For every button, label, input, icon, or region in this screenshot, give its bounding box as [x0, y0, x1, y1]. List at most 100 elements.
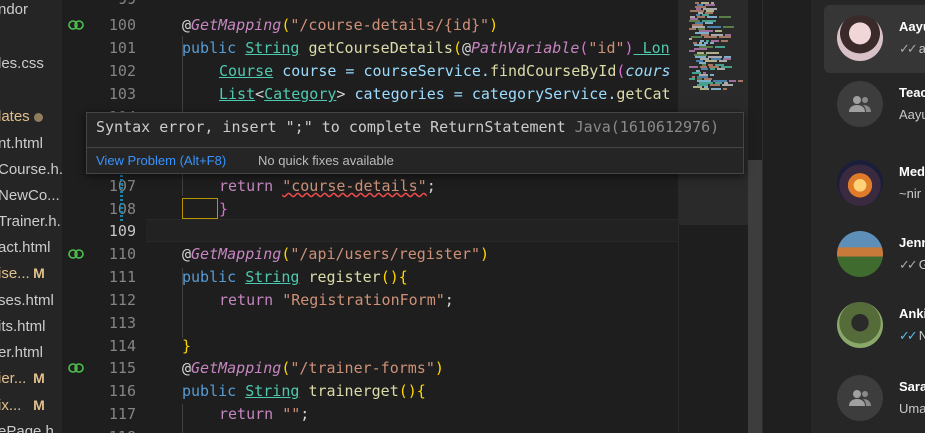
explorer-file-item[interactable]: nt.html — [0, 133, 43, 155]
line-number: 115 — [108, 359, 136, 377]
git-modified-badge: M — [33, 370, 45, 386]
explorer-file-item[interactable]: les.css — [0, 53, 44, 75]
error-message: Syntax error, insert ";" to complete Ret… — [96, 118, 720, 136]
explorer-file-item[interactable]: ier... — [0, 368, 26, 390]
chat-list-item[interactable]: Teac Aayu — [824, 71, 925, 139]
line-number: 114 — [108, 337, 136, 355]
code-line-115: @GetMapping("/trainer-forms") — [182, 359, 444, 377]
chat-contact-name: Anki — [899, 306, 925, 321]
minimap-code-line — [715, 46, 725, 48]
explorer-file-item[interactable]: ise... — [0, 263, 30, 285]
minimap-code-line — [689, 50, 695, 52]
chat-preview-text: Aayu — [899, 107, 925, 122]
no-quick-fixes-label: No quick fixes available — [258, 153, 394, 168]
chat-list-item[interactable]: Med ~nir — [824, 150, 925, 218]
editor-gutter: 99 100 101 102 103 104 105 106 107 108 1… — [62, 0, 146, 433]
explorer-file-item[interactable]: ndor — [0, 0, 28, 21]
double-check-icon: ✓✓ — [899, 328, 918, 343]
minimap-code-line — [689, 78, 695, 80]
line-number: 108 — [86, 198, 136, 221]
avatar — [837, 302, 883, 348]
chat-list-item[interactable]: Jenn ✓✓G — [824, 221, 925, 289]
minimap-code-line — [710, 42, 714, 44]
explorer-file-item[interactable]: its.html — [0, 316, 46, 338]
group-avatar-icon — [837, 375, 883, 421]
explorer-file-item[interactable]: Trainer.h... — [0, 211, 62, 233]
popup-divider — [87, 147, 743, 148]
line-number: 100 — [108, 16, 136, 34]
minimap-code-line — [691, 36, 702, 38]
file-explorer: ndor les.css lates nt.html Course.h... NewCo.… — [0, 0, 62, 433]
double-check-icon: ✓✓ — [899, 41, 918, 56]
code-line-110: @GetMapping("/api/users/register") — [182, 245, 490, 263]
chat-contact-name: Teac — [899, 85, 925, 100]
minimap-code-line — [707, 26, 721, 28]
line-number-active: 109 — [108, 222, 136, 240]
line-number: 102 — [108, 62, 136, 80]
chat-app-panel: Aayu✓✓aTeacAayuMed~nirJenn✓✓GAnki✓✓NSara… — [762, 0, 925, 433]
bean-run-icon[interactable] — [68, 361, 84, 375]
chat-last-message: ✓✓ G — [899, 257, 925, 273]
line-number: 116 — [108, 382, 136, 400]
chat-last-message: ✓✓ N — [899, 328, 925, 344]
minimap-code-line — [710, 68, 715, 70]
minimap-code-line — [689, 38, 692, 40]
chat-preview-text: N — [918, 328, 925, 343]
chat-contact-name: Aayu — [899, 19, 925, 34]
view-problem-link[interactable]: View Problem (Alt+F8) — [96, 153, 226, 168]
git-modified-badge: M — [33, 397, 45, 413]
line-number: 113 — [108, 314, 136, 332]
minimap-code-line — [689, 66, 698, 68]
chat-list-item[interactable]: Sara Uma — [824, 365, 925, 433]
avatar — [837, 15, 883, 61]
code-line-108: } — [219, 200, 229, 218]
line-number: 103 — [108, 85, 136, 103]
code-line-116: public String trainerget(){ — [182, 382, 426, 400]
chat-contact-name: Jenn — [899, 235, 925, 250]
minimap-code-line — [719, 36, 731, 38]
chat-list-item[interactable]: Anki ✓✓ N — [824, 292, 925, 360]
explorer-file-item[interactable]: NewCo... — [0, 185, 60, 207]
explorer-file-item[interactable]: Course.h... — [0, 159, 62, 181]
explorer-file-item[interactable]: ix... — [0, 395, 21, 417]
scrollbar-thumb[interactable] — [748, 160, 762, 433]
bean-run-icon[interactable] — [68, 18, 84, 32]
vertical-scrollbar[interactable] — [748, 0, 762, 433]
minimap-code-line — [689, 28, 696, 30]
code-editor[interactable]: @GetMapping("/course-details/{id}") publ… — [146, 0, 678, 433]
avatar — [837, 160, 883, 206]
chat-preview-text: a — [918, 41, 925, 56]
error-source: Java(1610612976) — [574, 118, 720, 136]
explorer-file-item[interactable]: act.html — [0, 237, 51, 259]
minimap-code-line — [706, 52, 719, 54]
chat-list-item[interactable]: Aayu ✓✓a — [824, 5, 925, 73]
current-line-highlight — [146, 219, 678, 242]
chat-contact-name: Sara — [899, 379, 925, 394]
group-avatar-icon — [837, 81, 883, 127]
code-line-111: public String register(){ — [182, 268, 408, 286]
double-check-icon: ✓✓ — [899, 257, 918, 272]
line-number: 99 — [86, 0, 136, 11]
line-number: 117 — [108, 405, 136, 423]
minimap-code-line — [723, 88, 727, 90]
chat-preview-text: Uma — [899, 401, 925, 416]
line-number: 112 — [108, 291, 136, 309]
chat-last-message: ✓✓ a — [899, 41, 925, 57]
minimap-code-line — [722, 84, 733, 86]
explorer-file-item[interactable]: ePage.h... — [0, 421, 62, 433]
bean-run-icon[interactable] — [68, 247, 84, 261]
explorer-file-item[interactable]: ses.html — [0, 290, 54, 312]
minimap-code-line — [705, 60, 717, 62]
minimap-code-line — [729, 80, 736, 82]
minimap-code-line — [697, 16, 705, 18]
line-number: 111 — [108, 268, 136, 286]
git-folder-dot-badge — [34, 113, 43, 122]
chat-preview-text: G — [918, 257, 925, 272]
explorer-file-item[interactable]: lates — [0, 106, 30, 128]
code-line-107: return "course-details"; — [219, 177, 436, 195]
git-change-indicator — [120, 175, 123, 221]
minimap-code-line — [719, 60, 727, 62]
explorer-file-item[interactable]: er.html — [0, 342, 43, 364]
code-line-103: List<Category> categories = categoryServ… — [219, 85, 671, 103]
minimap-code-line — [704, 36, 717, 38]
